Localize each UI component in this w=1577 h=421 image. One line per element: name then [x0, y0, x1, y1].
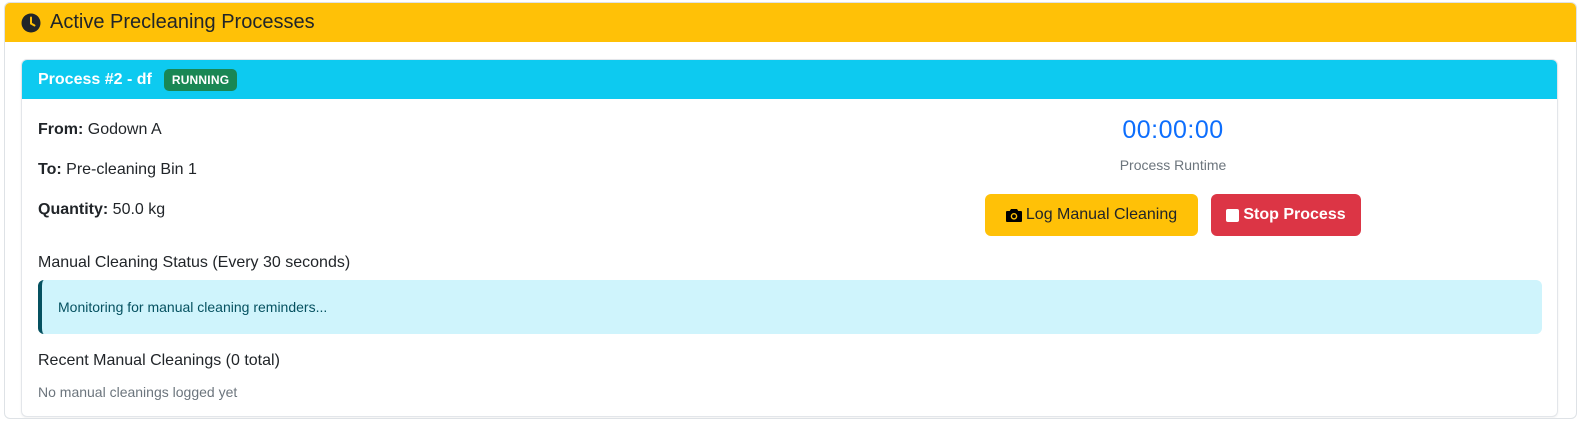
stop-process-button[interactable]: Stop Process [1211, 194, 1361, 236]
quantity-label: Quantity: [38, 201, 109, 218]
camera-icon [1005, 208, 1022, 222]
cleaning-status-alert: Monitoring for manual cleaning reminders… [38, 280, 1542, 334]
log-manual-cleaning-button[interactable]: Log Manual Cleaning [985, 194, 1198, 236]
stop-button-label: Stop Process [1243, 206, 1346, 223]
process-card-header: Process #2 - df RUNNING [22, 60, 1557, 99]
log-button-label: Log Manual Cleaning [1025, 206, 1178, 223]
quantity-value: 50.0 kg [112, 201, 166, 218]
panel-header: Active Precleaning Processes [5, 3, 1576, 42]
to-value: Pre-cleaning Bin 1 [66, 161, 197, 178]
clock-icon [21, 13, 41, 33]
from-field: From: Godown A [38, 121, 162, 139]
panel-title: Active Precleaning Processes [50, 11, 315, 33]
to-label: To: [38, 161, 62, 178]
runtime-timer: 00:00:00 [1122, 116, 1224, 144]
status-badge: RUNNING [163, 68, 238, 91]
process-title: Process #2 - df [38, 70, 152, 88]
recent-cleanings-title: Recent Manual Cleanings (0 total) [38, 352, 280, 369]
active-precleaning-panel: Active Precleaning Processes Process #2 … [4, 2, 1577, 419]
to-field: To: Pre-cleaning Bin 1 [38, 161, 197, 179]
from-value: Godown A [87, 121, 162, 138]
cleaning-status-message: Monitoring for manual cleaning reminders… [58, 299, 328, 315]
cleaning-status-title: Manual Cleaning Status (Every 30 seconds… [38, 254, 351, 271]
process-card: Process #2 - df RUNNING From: Godown A T… [21, 59, 1558, 417]
from-label: From: [38, 121, 84, 138]
quantity-field: Quantity: 50.0 kg [38, 201, 165, 219]
recent-cleanings-empty: No manual cleanings logged yet [38, 384, 238, 400]
stop-icon [1226, 208, 1240, 222]
runtime-block: 00:00:00 Process Runtime [985, 116, 1361, 173]
runtime-label: Process Runtime [1119, 157, 1227, 173]
